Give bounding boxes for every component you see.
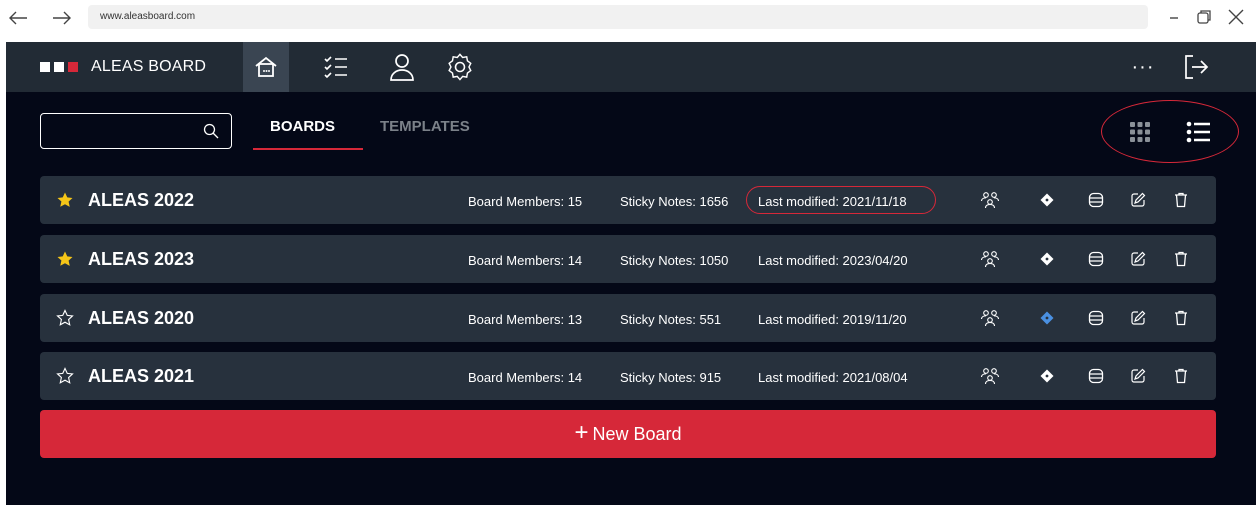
user-icon[interactable] [382, 42, 422, 92]
brand-name: ALEAS BOARD [91, 58, 207, 75]
members-icon[interactable] [978, 247, 1002, 271]
checklist-icon[interactable] [316, 42, 356, 92]
edit-icon[interactable] [1126, 188, 1150, 212]
plus-icon: + [574, 419, 589, 446]
close-icon[interactable] [1224, 4, 1248, 30]
diamond-icon[interactable] [1035, 306, 1059, 330]
last-modified-date: Last modified: 2021/11/18 [758, 194, 907, 209]
brand-logo-square [68, 62, 78, 72]
brand-logo-square [54, 62, 64, 72]
top-navbar: ALEAS BOARD ··· [6, 42, 1256, 92]
board-name[interactable]: ALEAS 2022 [88, 190, 194, 211]
board-members-count: Board Members: 15 [468, 194, 583, 209]
board-row[interactable]: ALEAS 2022 Board Members: 15 Sticky Note… [40, 176, 1216, 224]
tab-templates[interactable]: TEMPLATES [380, 118, 470, 135]
board-row[interactable]: ALEAS 2020 Board Members: 13 Sticky Note… [40, 294, 1216, 342]
sticky-notes-count: Sticky Notes: 1050 [620, 253, 729, 268]
board-members-count: Board Members: 14 [468, 370, 583, 385]
logout-icon[interactable] [1178, 42, 1214, 92]
star-icon[interactable] [56, 367, 74, 385]
browser-bar: www.aleasboard.com [0, 0, 1256, 42]
trash-icon[interactable] [1169, 188, 1193, 212]
edit-icon[interactable] [1126, 247, 1150, 271]
search-input[interactable] [40, 113, 232, 149]
diamond-icon[interactable] [1035, 188, 1059, 212]
arrow-left-icon[interactable] [6, 6, 30, 30]
board-name[interactable]: ALEAS 2021 [88, 366, 194, 387]
database-icon[interactable] [1084, 364, 1108, 388]
diamond-icon[interactable] [1035, 247, 1059, 271]
brand[interactable]: ALEAS BOARD [40, 42, 206, 92]
restore-icon[interactable] [1192, 4, 1216, 30]
trash-icon[interactable] [1169, 306, 1193, 330]
more-menu-button[interactable]: ··· [1128, 42, 1158, 92]
trash-icon[interactable] [1169, 247, 1193, 271]
sticky-notes-count: Sticky Notes: 1656 [620, 194, 729, 209]
diamond-icon[interactable] [1035, 364, 1059, 388]
app-window: ALEAS BOARD ··· BOARDS TEMPLATES ALEAS 2… [6, 42, 1256, 505]
star-icon[interactable] [56, 250, 74, 268]
sticky-notes-count: Sticky Notes: 915 [620, 370, 722, 385]
last-modified-date: Last modified: 2019/11/20 [758, 312, 907, 327]
last-modified-date: Last modified: 2021/08/04 [758, 370, 908, 385]
database-icon[interactable] [1084, 306, 1108, 330]
board-row[interactable]: ALEAS 2023 Board Members: 14 Sticky Note… [40, 235, 1216, 283]
board-name[interactable]: ALEAS 2020 [88, 308, 194, 329]
tab-boards[interactable]: BOARDS [270, 118, 335, 135]
arrow-right-icon[interactable] [50, 6, 74, 30]
members-icon[interactable] [978, 306, 1002, 330]
members-icon[interactable] [978, 364, 1002, 388]
members-icon[interactable] [978, 188, 1002, 212]
new-board-label: New Board [592, 423, 682, 444]
minimize-icon[interactable] [1162, 4, 1186, 30]
database-icon[interactable] [1084, 188, 1108, 212]
star-icon[interactable] [56, 191, 74, 209]
settings-icon[interactable] [440, 42, 480, 92]
view-toggle-highlight [1101, 100, 1239, 163]
sticky-notes-count: Sticky Notes: 551 [620, 312, 722, 327]
home-icon[interactable] [243, 42, 289, 92]
board-name[interactable]: ALEAS 2023 [88, 249, 194, 270]
edit-icon[interactable] [1126, 306, 1150, 330]
url-field[interactable]: www.aleasboard.com [88, 5, 1148, 29]
board-members-count: Board Members: 13 [468, 312, 583, 327]
new-board-button[interactable]: + New Board [40, 410, 1216, 458]
brand-logo-square [40, 62, 50, 72]
edit-icon[interactable] [1126, 364, 1150, 388]
board-members-count: Board Members: 14 [468, 253, 583, 268]
board-row[interactable]: ALEAS 2021 Board Members: 14 Sticky Note… [40, 352, 1216, 400]
list-view-icon[interactable] [1186, 120, 1210, 144]
database-icon[interactable] [1084, 247, 1108, 271]
search-icon [203, 123, 219, 144]
grid-view-icon[interactable] [1128, 120, 1152, 144]
star-icon[interactable] [56, 309, 74, 327]
active-tab-indicator [253, 148, 363, 150]
last-modified-date: Last modified: 2023/04/20 [758, 253, 908, 268]
trash-icon[interactable] [1169, 364, 1193, 388]
